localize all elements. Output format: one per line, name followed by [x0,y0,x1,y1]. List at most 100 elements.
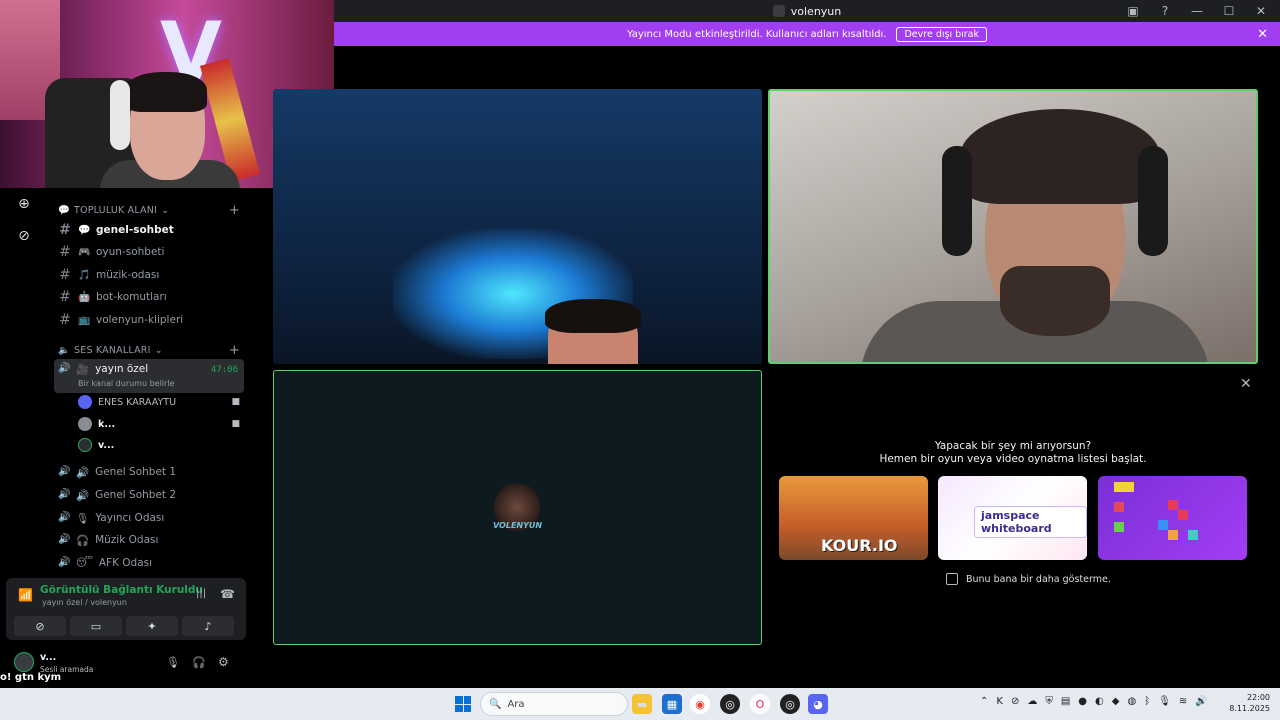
obs-icon[interactable]: ◎ [720,694,740,714]
voice-channel-yayin-ozel[interactable]: 🔊 🎥 yayın özel 47:06 Bir kanal durumu be… [54,359,244,393]
category-community[interactable]: 💬 TOPLULUK ALANI ⌄ + [58,203,244,218]
taskbar-search[interactable]: 🔍 Ara [480,692,628,716]
activities-button[interactable]: ✦ [126,616,178,636]
streamer-mode-banner: Yayıncı Modu etkinleştirildi. Kullanıcı … [334,22,1280,46]
channel-oyun-sohbeti[interactable]: # 🎮 oyun-sohbeti [58,242,244,262]
noise-suppression-icon[interactable]: ||| [196,588,206,599]
wifi-icon[interactable]: ≋ [1179,696,1187,707]
channel-status-setter[interactable]: Bir kanal durumu belirle [78,379,174,388]
k-app-icon[interactable]: K [996,696,1003,707]
channel-volenyun-klipleri[interactable]: # 📺 volenyun-klipleri [58,310,244,330]
speaker-icon: 🔊 [58,489,71,500]
disable-streamer-mode-button[interactable]: Devre dışı bırak [896,26,988,42]
disconnect-icon[interactable]: ☎ [220,587,235,601]
minimize-button[interactable]: — [1188,2,1206,20]
headphones-icon [110,80,130,150]
voice-member[interactable]: v... [78,436,244,454]
activities-icon: ✦ [147,619,157,633]
avatar [78,417,92,431]
headphones-icon[interactable]: 🎧 [192,656,206,669]
close-window-button[interactable]: ✕ [1252,2,1270,20]
voice-channel-yayinci-odasi[interactable]: 🔊 🎙 Yayıncı Odası [54,507,244,529]
vpn-icon[interactable]: ⊘ [1011,696,1019,707]
maximize-button[interactable]: ☐ [1220,2,1238,20]
volume-icon[interactable]: 🔊 [1195,696,1207,707]
channel-genel-sohbet[interactable]: # 💬 genel-sohbet [58,220,244,240]
steam-icon[interactable]: ◐ [1095,696,1104,707]
activity-card-whiteboard[interactable]: jamspace whiteboard [938,476,1087,560]
speaker-icon: 🔊 [58,534,71,545]
inbox-icon[interactable]: ▣ [1124,2,1142,20]
camera-icon: ■ [231,419,240,429]
voice-member[interactable]: ENES KARAAYTU ■ [78,393,244,411]
voice-member[interactable]: k... ■ [78,415,244,433]
obs-icon-2[interactable]: ◎ [780,694,800,714]
chrome-icon[interactable]: ◉ [690,694,710,714]
discord-icon[interactable]: ◕ [808,694,828,714]
avatar [78,395,92,409]
banner-message: Yayıncı Modu etkinleştirildi. Kullanıcı … [626,28,887,40]
channel-muzik-odasi[interactable]: # 🎵 müzik-odası [58,265,244,285]
cloud-icon[interactable]: ☁ [1027,696,1037,707]
speaker-icon: 🔊 [58,512,71,523]
add-server-icon[interactable]: ⊕ [12,192,36,216]
video-tile-avatar[interactable]: VOLENYUN [273,370,762,645]
help-icon[interactable]: ? [1156,2,1174,20]
mic-tray-icon[interactable]: 🎙 [1158,696,1171,707]
settings-gear-icon[interactable]: ⚙ [218,655,229,669]
channel-label: müzik-odası [96,269,160,281]
activity-suggestion-panel: ✕ Yapacak bir şey mi arıyorsun? Hemen bi… [768,370,1258,645]
voice-channel-genel-sohbet-2[interactable]: 🔊 🔊 Genel Sohbet 2 [54,484,244,506]
video-tile-streamer[interactable] [273,89,762,364]
connection-status[interactable]: Görüntülü Bağlantı Kuruldu [40,584,203,596]
window-title: volenyun [790,4,842,18]
screen-share-button[interactable]: ▭ [70,616,122,636]
opera-icon[interactable]: O [750,694,770,714]
network-icon[interactable]: ◍ [1127,696,1136,707]
video-tile-guest[interactable] [768,89,1258,364]
speaker-icon: 🔊 [58,466,71,477]
speaker-icon: 🔈 [58,345,71,356]
add-voice-channel-icon[interactable]: + [229,343,240,358]
camera-off-icon: ⊘ [35,619,45,633]
file-explorer-icon[interactable]: ▬ [632,694,652,714]
gpu-icon[interactable]: ◆ [1112,696,1120,707]
category-voice[interactable]: 🔈 SES KANALLARI ⌄ + [58,343,244,358]
stream-caption: o! gtn kym [0,672,62,683]
security-icon[interactable]: ⛨ [1045,696,1053,707]
app-tray-icon[interactable]: ▤ [1061,696,1070,707]
discover-icon[interactable]: ⊘ [12,224,36,248]
taskbar-clock[interactable]: 22:00 8.11.2025 [1229,692,1270,714]
store-icon[interactable]: ▦ [662,694,682,714]
speaker-icon: 🔊 [58,363,71,374]
logo-text: VOLENYUN [493,521,543,530]
voice-channel-afk-odasi[interactable]: 🔊 😴 AFK Odası [54,552,244,574]
activity-card-kour[interactable]: KOUR.IO [779,476,928,560]
chevron-up-icon[interactable]: ⌃ [980,696,988,707]
bluetooth-icon[interactable]: ᛒ [1144,696,1150,707]
hash-icon: # [59,244,71,260]
windows-start-icon[interactable] [455,696,471,712]
camera-icon: ■ [231,397,240,407]
microphone-icon[interactable]: 🎙 [166,656,180,669]
voice-connection-panel: 📶 Görüntülü Bağlantı Kuruldu yayın özel … [6,578,246,640]
add-channel-icon[interactable]: + [229,203,240,218]
call-timer: 47:06 [210,365,238,375]
channel-label: oyun-sohbeti [96,246,165,258]
avatar[interactable] [14,652,34,672]
dont-show-again-checkbox[interactable]: Bunu bana bir daha gösterme. [946,573,1111,585]
windows-taskbar: 🔍 Ara ▬ ▦ ◉ ◎ O ◎ ◕ ⌃ K ⊘ ☁ ⛨ ▤ ● ◐ ◆ ◍ … [0,688,1280,720]
channel-bot-komutlari[interactable]: # 🤖 bot-komutları [58,287,244,307]
hash-icon: # [59,289,71,305]
activity-card-blocks[interactable] [1098,476,1247,560]
camera-toggle-button[interactable]: ⊘ [14,616,66,636]
voice-channel-genel-sohbet-1[interactable]: 🔊 🔊 Genel Sohbet 1 [54,461,244,483]
close-icon[interactable]: ✕ [1240,376,1252,392]
channel-label: bot-komutları [96,291,167,303]
soundboard-button[interactable]: ♪ [182,616,234,636]
screen-share-icon: ▭ [90,619,102,633]
voice-channel-muzik-odasi[interactable]: 🔊 🎧 Müzik Odası [54,529,244,551]
record-icon[interactable]: ● [1078,696,1087,707]
search-icon: 🔍 [489,698,502,710]
close-banner-icon[interactable]: ✕ [1257,27,1268,42]
